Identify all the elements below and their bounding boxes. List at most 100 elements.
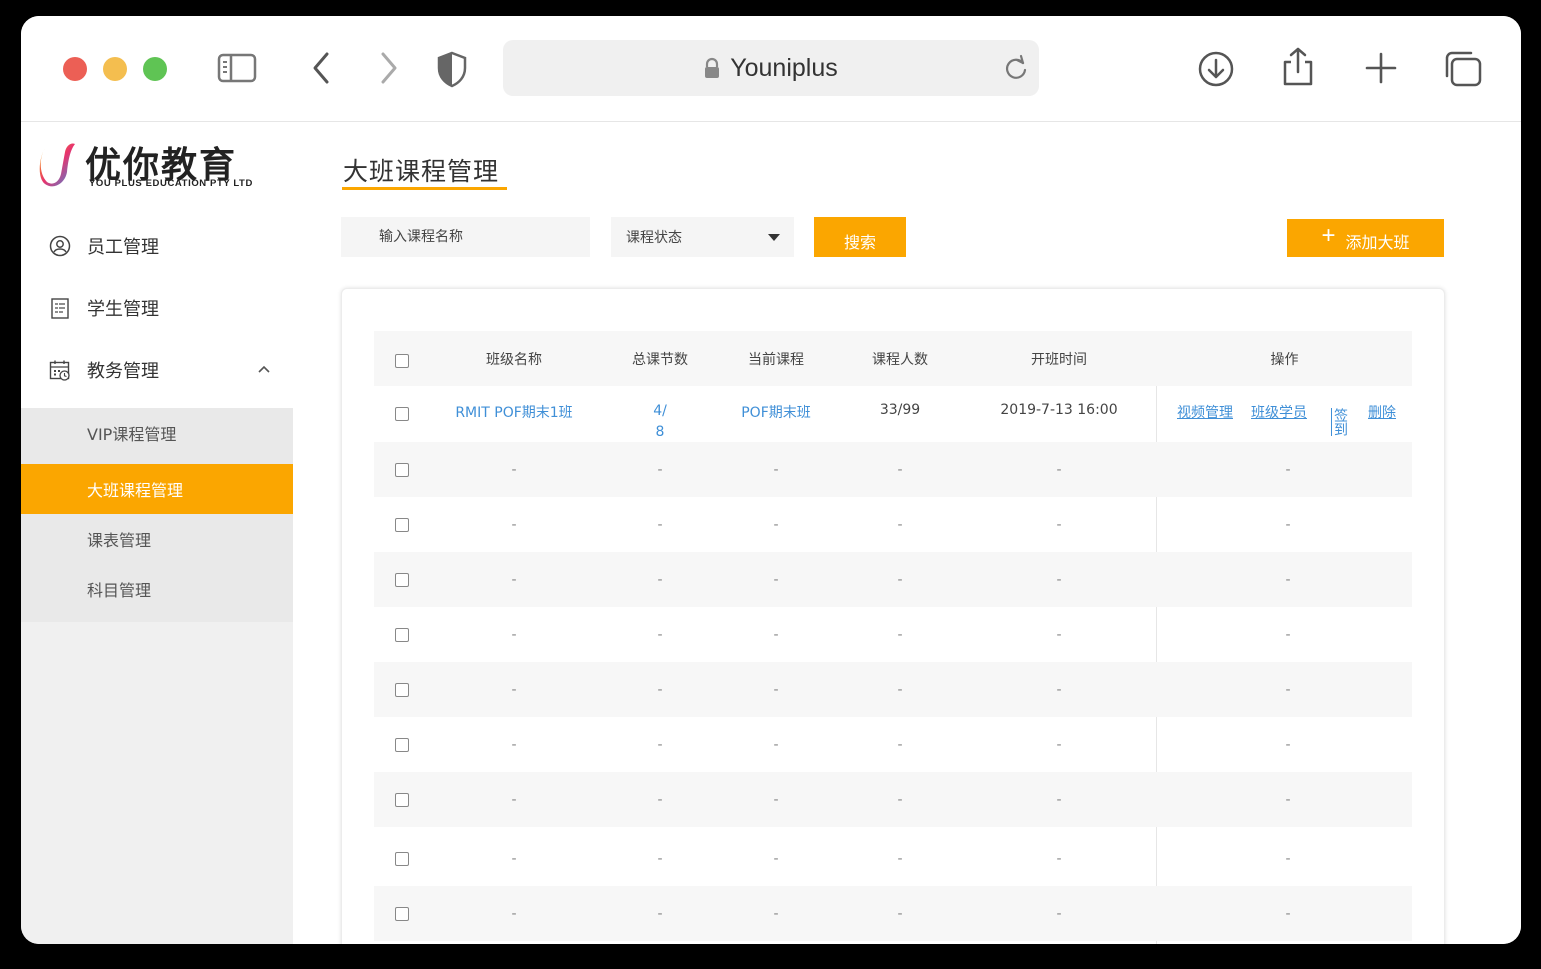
table-row: ------ xyxy=(374,552,1412,607)
logo: 优你教育 YOU PLUS EDUCATION PTY LTD xyxy=(37,134,277,194)
sidebar-toggle-icon[interactable] xyxy=(217,50,257,86)
empty-cell: - xyxy=(897,516,903,533)
row-checkbox[interactable] xyxy=(395,628,409,642)
row-checkbox[interactable] xyxy=(395,463,409,477)
sidebar-subitem-label: 科目管理 xyxy=(87,581,152,600)
empty-cell: - xyxy=(897,791,903,808)
lesson-count-link[interactable]: 4/8 xyxy=(606,386,714,441)
browser-window: Youniplus 优你教育 YOU PLUS EDUCATION PTY LT… xyxy=(21,16,1521,944)
table-row: ------ xyxy=(374,442,1412,497)
search-button[interactable]: 搜索 xyxy=(814,217,906,257)
check-in-link[interactable]: 签到 xyxy=(1330,408,1350,436)
select-all-checkbox[interactable] xyxy=(395,354,409,368)
page-title: 大班课程管理 xyxy=(343,157,500,186)
add-class-label: 添加大班 xyxy=(1345,233,1410,252)
lesson-count-line: 8 xyxy=(655,424,665,440)
tab-overview-icon[interactable] xyxy=(1443,50,1483,88)
sidebar-item-label: 学生管理 xyxy=(87,299,159,320)
chevron-up-icon[interactable] xyxy=(257,364,271,374)
shield-icon[interactable] xyxy=(435,50,469,88)
student-count: 33/99 xyxy=(879,402,921,418)
empty-cell: - xyxy=(657,850,663,867)
table-row: ------ xyxy=(374,831,1412,886)
address-bar[interactable]: Youniplus xyxy=(503,40,1039,96)
table-header-row: 班级名称 总课节数 当前课程 课程人数 开班时间 操作 xyxy=(374,331,1412,386)
lock-icon xyxy=(705,57,720,78)
sidebar-item-staff[interactable]: 员工管理 xyxy=(21,216,293,276)
sidebar-subitem-subjects[interactable]: 科目管理 xyxy=(21,564,293,614)
share-icon[interactable] xyxy=(1281,46,1315,88)
empty-cell: - xyxy=(657,626,663,643)
row-checkbox[interactable] xyxy=(395,793,409,807)
sidebar-item-academic[interactable]: 教务管理 xyxy=(21,340,293,400)
video-manage-link[interactable]: 视频管理 xyxy=(1177,402,1233,422)
empty-cell: - xyxy=(1285,905,1291,922)
course-name-search-input[interactable] xyxy=(341,217,590,257)
empty-cell: - xyxy=(657,461,663,478)
download-icon[interactable] xyxy=(1197,50,1235,88)
empty-cell: - xyxy=(897,905,903,922)
start-time: 2019-7-13 16:00 xyxy=(1000,402,1118,418)
empty-cell: - xyxy=(1056,516,1062,533)
empty-cell: - xyxy=(1056,736,1062,753)
user-circle-icon xyxy=(49,235,71,257)
forward-icon[interactable] xyxy=(375,50,401,86)
empty-cell: - xyxy=(773,516,779,533)
maximize-window-button[interactable] xyxy=(143,57,167,81)
row-checkbox[interactable] xyxy=(395,738,409,752)
minimize-window-button[interactable] xyxy=(103,57,127,81)
empty-cell: - xyxy=(897,571,903,588)
class-name-link[interactable]: RMIT POF期末1班 xyxy=(422,386,606,441)
back-icon[interactable] xyxy=(309,50,335,86)
column-header: 课程人数 xyxy=(872,351,928,368)
current-course-link[interactable]: POF期末班 xyxy=(714,386,838,441)
empty-cell: - xyxy=(1285,571,1291,588)
empty-cell: - xyxy=(511,571,517,588)
empty-cell: - xyxy=(897,681,903,698)
empty-cell: - xyxy=(657,905,663,922)
sidebar-subitem-timetable[interactable]: 课表管理 xyxy=(21,514,293,564)
empty-cell: - xyxy=(1056,626,1062,643)
course-status-select[interactable]: 课程状态 xyxy=(611,217,794,257)
row-checkbox[interactable] xyxy=(395,573,409,587)
title-underline xyxy=(342,187,507,190)
delete-link[interactable]: 删除 xyxy=(1368,402,1396,422)
column-header: 班级名称 xyxy=(486,351,542,368)
empty-cell: - xyxy=(511,516,517,533)
row-checkbox[interactable] xyxy=(395,907,409,921)
empty-cell: - xyxy=(511,791,517,808)
empty-cell: - xyxy=(773,791,779,808)
sidebar-item-label: 员工管理 xyxy=(87,237,159,258)
new-tab-icon[interactable] xyxy=(1363,50,1399,86)
browser-toolbar: Youniplus xyxy=(21,16,1521,122)
reload-icon[interactable] xyxy=(1003,54,1029,82)
empty-cell: - xyxy=(1056,571,1062,588)
logo-subtitle: YOU PLUS EDUCATION PTY LTD xyxy=(89,178,253,189)
row-actions: 视频管理 班级学员 签到 删除 xyxy=(1157,386,1412,441)
table-row: ------ xyxy=(374,717,1412,772)
empty-cell: - xyxy=(1285,736,1291,753)
class-students-link[interactable]: 班级学员 xyxy=(1251,402,1307,422)
empty-cell: - xyxy=(897,626,903,643)
empty-cell: - xyxy=(773,905,779,922)
sidebar-subitem-large-class[interactable]: 大班课程管理 xyxy=(21,464,293,514)
empty-cell: - xyxy=(511,736,517,753)
plus-icon: + xyxy=(1321,222,1336,249)
add-class-button[interactable]: + 添加大班 xyxy=(1287,219,1444,257)
row-checkbox[interactable] xyxy=(395,518,409,532)
course-status-value: 课程状态 xyxy=(626,230,682,246)
empty-cell: - xyxy=(657,736,663,753)
empty-cell: - xyxy=(773,850,779,867)
sidebar-item-students[interactable]: 学生管理 xyxy=(21,278,293,338)
row-checkbox[interactable] xyxy=(395,407,409,421)
empty-cell: - xyxy=(897,461,903,478)
empty-cell: - xyxy=(773,461,779,478)
column-header: 开班时间 xyxy=(1031,351,1087,368)
empty-cell: - xyxy=(657,516,663,533)
close-window-button[interactable] xyxy=(63,57,87,81)
row-checkbox[interactable] xyxy=(395,683,409,697)
empty-cell: - xyxy=(1285,681,1291,698)
empty-cell: - xyxy=(511,461,517,478)
sidebar-subitem-vip-courses[interactable]: VIP课程管理 xyxy=(21,408,293,458)
row-checkbox[interactable] xyxy=(395,852,409,866)
